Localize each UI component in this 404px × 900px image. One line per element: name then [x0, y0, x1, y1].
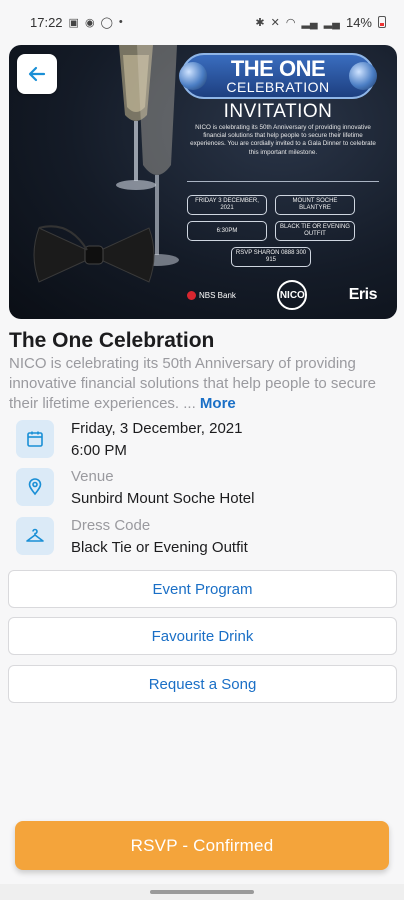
dot-icon: • [118, 16, 123, 28]
favourite-drink-button[interactable]: Favourite Drink [8, 617, 397, 655]
home-indicator[interactable] [150, 890, 254, 894]
banner-line2: CELEBRATION [226, 79, 330, 95]
event-title: The One Celebration [9, 329, 215, 352]
battery-level: 14% [345, 14, 372, 30]
gallery-icon: ▣ [68, 16, 79, 29]
hanger-icon-box [16, 517, 54, 555]
invitation-text: NICO is celebrating its 50th Anniversary… [190, 124, 376, 156]
bluetooth-icon: ✱ [255, 16, 265, 29]
back-button[interactable] [17, 54, 57, 94]
poster-banner: THE ONE CELEBRATION [179, 53, 377, 99]
dress-code-row: Dress Code Black Tie or Evening Outfit [16, 515, 248, 559]
eris-logo: Eris [348, 286, 378, 303]
signal-icon: ▂▄ [301, 16, 318, 29]
venue-value: Sunbird Mount Soche Hotel [71, 490, 255, 507]
battery-icon [378, 16, 386, 28]
status-bar: 17:22 ▣ ◉ ◯ • ✱ ✕ ◠ ▂▄ ▂▄ 14% [0, 0, 404, 44]
mail-icon: ◉ [84, 16, 95, 29]
calendar-icon [27, 431, 43, 447]
banner-line1: THE ONE [230, 56, 326, 81]
nico-logo: NICO [277, 280, 308, 310]
event-date: Friday, 3 December, 2021 [71, 420, 243, 437]
globe-icon [179, 62, 207, 90]
more-link[interactable]: More [200, 395, 236, 412]
wifi-icon: ◠ [285, 16, 296, 29]
sponsor-logos: NBS Bank NICO Eris [187, 277, 378, 313]
status-time: 17:22 [30, 14, 63, 30]
event-description-text: NICO is celebrating its 50th Anniversary… [9, 355, 376, 412]
rsvp-button[interactable]: RSVP - Confirmed [15, 821, 389, 870]
event-poster: THE ONE CELEBRATION INVITATION NICO is c… [9, 45, 397, 319]
date-time-row: Friday, 3 December, 2021 6:00 PM [16, 418, 242, 462]
event-time: 6:00 PM [71, 442, 127, 459]
divider [187, 181, 379, 182]
nbs-bank-logo: NBS Bank [187, 290, 236, 300]
bowtie-icon [33, 225, 155, 283]
dress-code-label: Dress Code [71, 517, 151, 534]
dress-code-value: Black Tie or Evening Outfit [71, 539, 248, 556]
invitation-title: INVITATION [223, 101, 333, 122]
hanger-icon [26, 528, 44, 542]
pill-dress: BLACK TIE OR EVENING OUTFIT [275, 221, 355, 241]
venue-row: Venue Sunbird Mount Soche Hotel [16, 466, 254, 510]
event-program-button[interactable]: Event Program [8, 570, 397, 608]
request-song-button[interactable]: Request a Song [8, 665, 397, 703]
pill-date: FRIDAY 3 DECEMBER, 2021 [187, 195, 267, 215]
location-pin-icon [28, 478, 42, 496]
mute-icon: ✕ [270, 16, 280, 29]
arrow-left-icon [28, 66, 46, 82]
calendar-icon-box [16, 420, 54, 458]
event-description: NICO is celebrating its 50th Anniversary… [9, 354, 395, 414]
whatsapp-icon: ◯ [100, 16, 113, 29]
pill-rsvp: RSVP SHARON 0888 300 915 [231, 247, 311, 267]
pill-time: 6:30PM [187, 221, 267, 241]
pill-place: MOUNT SOCHE BLANTYRE [275, 195, 355, 215]
venue-label: Venue [71, 468, 114, 485]
globe-icon-right [349, 62, 377, 90]
location-icon-box [16, 468, 54, 506]
signal-icon-2: ▂▄ [323, 16, 340, 29]
